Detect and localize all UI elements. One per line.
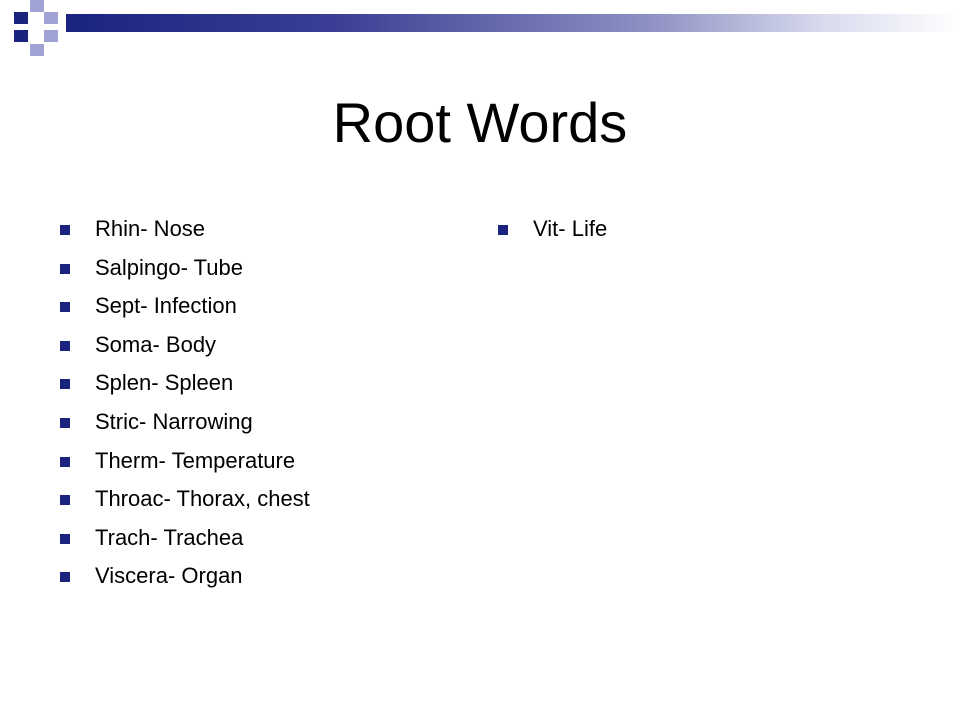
square-bullet-icon — [60, 417, 70, 428]
list-item: Splen- Spleen — [60, 364, 480, 403]
corner-square-light — [30, 44, 44, 56]
corner-square-navy — [14, 12, 28, 24]
square-bullet-icon — [60, 340, 70, 351]
list-item: Viscera- Organ — [60, 557, 480, 596]
square-bullet-icon — [60, 456, 70, 467]
square-bullet-icon — [60, 379, 70, 390]
list-item: Sept- Infection — [60, 287, 480, 326]
list-item: Salpingo- Tube — [60, 249, 480, 288]
list-item-text: Therm- Temperature — [95, 447, 296, 473]
list-item-text: Vit- Life — [533, 216, 608, 241]
corner-square-navy — [14, 30, 28, 42]
square-bullet-icon — [60, 225, 70, 235]
square-bullet-icon — [60, 533, 70, 544]
corner-square-light — [30, 0, 44, 12]
list-item: Stric- Narrowing — [60, 403, 480, 442]
square-bullet-icon — [60, 572, 70, 583]
square-bullet-icon — [60, 495, 70, 506]
list-item: Vit- Life — [498, 210, 918, 249]
list-item-text: Sept- Infection — [95, 293, 237, 319]
square-bullet-icon — [60, 302, 70, 313]
corner-square-light — [44, 12, 58, 24]
header-gradient-bar — [66, 14, 960, 32]
slide-title: Root Words — [332, 91, 628, 154]
list-item: Trach- Trachea — [60, 519, 480, 558]
square-bullet-icon — [60, 263, 70, 274]
bullet-list-right: Vit- Life — [498, 210, 918, 249]
list-item-text: Throac- Thorax, chest — [95, 486, 310, 512]
list-item-text: Splen- Spleen — [95, 370, 234, 396]
list-item-text: Soma- Body — [95, 331, 217, 357]
list-item-text: Rhin- Nose — [95, 216, 206, 241]
list-item: Throac- Thorax, chest — [60, 480, 480, 519]
list-item-text: Stric- Narrowing — [95, 408, 253, 434]
list-item-text: Viscera- Organ — [95, 563, 243, 589]
corner-decoration — [0, 0, 80, 70]
list-item: Soma- Body — [60, 326, 480, 365]
list-item-text: Trach- Trachea — [95, 524, 244, 550]
list-item: Therm- Temperature — [60, 442, 480, 481]
list-item: Rhin- Nose — [60, 210, 480, 249]
list-item-text: Salpingo- Tube — [95, 254, 243, 280]
bullet-list-left: Rhin- Nose Salpingo- Tube Sept- Infectio… — [60, 210, 480, 596]
corner-square-light — [44, 30, 58, 42]
square-bullet-icon — [498, 225, 508, 235]
